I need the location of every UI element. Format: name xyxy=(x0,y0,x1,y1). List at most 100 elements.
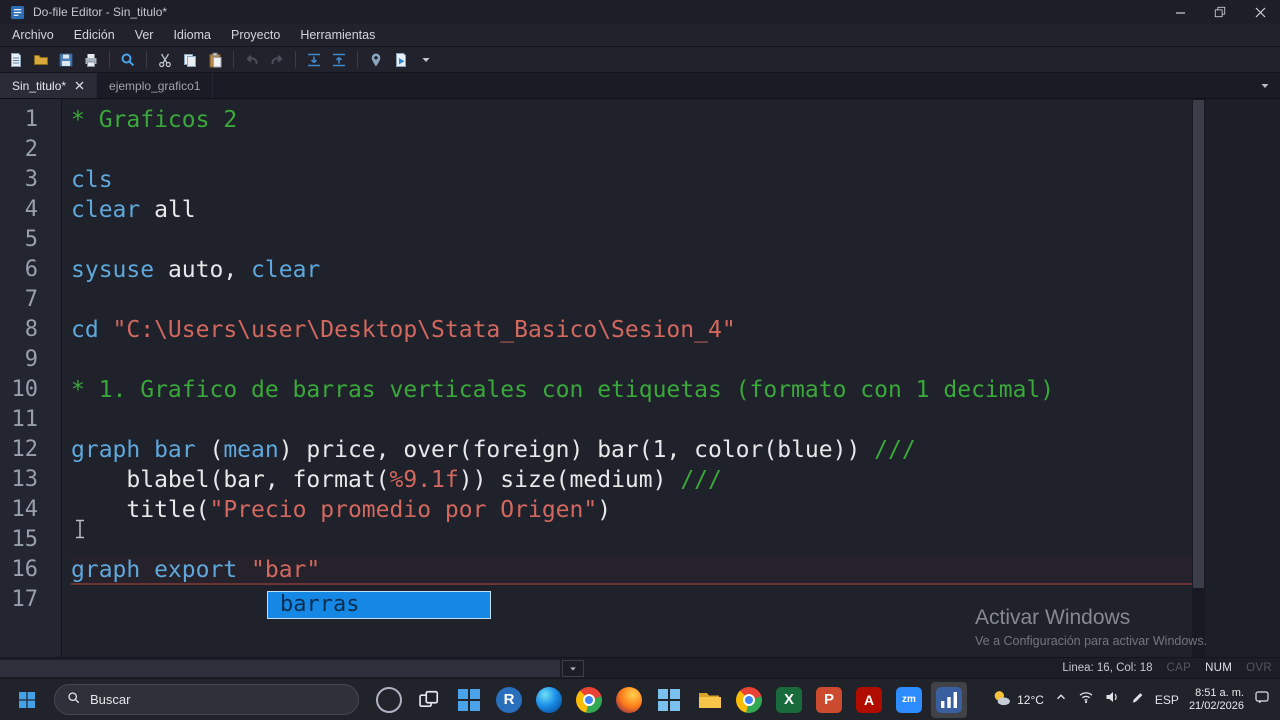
start-button[interactable] xyxy=(12,685,42,715)
pen-icon[interactable] xyxy=(1130,690,1145,710)
menu-ver[interactable]: Ver xyxy=(125,24,164,46)
redo-button[interactable] xyxy=(266,49,288,71)
code-line-16[interactable]: graph export "bar" xyxy=(71,555,1192,585)
open-file-button[interactable] xyxy=(30,49,52,71)
hidden-icons-chevron-icon[interactable] xyxy=(1054,690,1068,709)
copy-button[interactable] xyxy=(179,49,201,71)
paste-button[interactable] xyxy=(204,49,226,71)
edge-browser-icon[interactable] xyxy=(531,682,567,718)
code-token: "C:\Users\user\Desktop\Stata_Basico\Sesi… xyxy=(112,317,736,343)
code-line-11[interactable] xyxy=(71,405,1192,435)
menu-idioma[interactable]: Idioma xyxy=(163,24,221,46)
clock-widget[interactable]: 8:51 a. m. 21/02/2026 xyxy=(1189,687,1244,713)
menu-proyecto[interactable]: Proyecto xyxy=(221,24,290,46)
horizontal-scrollbar-thumb[interactable] xyxy=(0,660,560,677)
line-number: 6 xyxy=(24,257,38,282)
code-token: mean xyxy=(223,437,279,463)
line-number: 15 xyxy=(11,527,39,552)
code-line-12[interactable]: graph bar (mean) price, over(foreign) ba… xyxy=(71,435,1192,465)
language-indicator[interactable]: ESP xyxy=(1155,693,1179,707)
minimize-button[interactable] xyxy=(1160,0,1200,24)
notification-center-icon[interactable] xyxy=(1254,689,1270,710)
watermark-title: Activar Windows xyxy=(975,606,1131,629)
code-line-10[interactable]: * 1. Grafico de barras verticales con et… xyxy=(71,375,1192,405)
weather-icon xyxy=(991,688,1011,711)
excel-icon[interactable]: X xyxy=(771,682,807,718)
execute-options-caret-icon[interactable] xyxy=(415,49,437,71)
window-title: Do-file Editor - Sin_titulo* xyxy=(33,5,168,19)
menu-archivo[interactable]: Archivo xyxy=(2,24,64,46)
tab-sin-titulo[interactable]: Sin_titulo* xyxy=(0,73,98,98)
code-line-2[interactable] xyxy=(71,135,1192,165)
close-button[interactable] xyxy=(1240,0,1280,24)
cut-button[interactable] xyxy=(154,49,176,71)
clock-date: 21/02/2026 xyxy=(1188,699,1244,712)
menu-edicion[interactable]: Edición xyxy=(64,24,125,46)
code-token: "Precio promedio por Origen" xyxy=(209,497,598,523)
volume-icon[interactable] xyxy=(1104,689,1120,710)
code-token: sysuse xyxy=(71,257,155,283)
code-token: "bar" xyxy=(251,557,321,583)
chrome-2-browser-icon[interactable] xyxy=(731,682,767,718)
line-number: 16 xyxy=(11,557,39,582)
apps-grid-icon[interactable] xyxy=(451,682,487,718)
code-line-4[interactable]: clear all xyxy=(71,195,1192,225)
close-tab-icon[interactable] xyxy=(75,81,84,90)
apps-grid-2-icon[interactable] xyxy=(651,682,687,718)
weather-widget[interactable]: 12°C xyxy=(991,688,1044,711)
zoom-letters: zm xyxy=(902,694,916,705)
code-line-6[interactable]: sysuse auto, clear xyxy=(71,255,1192,285)
vertical-scrollbar[interactable] xyxy=(1192,99,1205,657)
code-line-9[interactable] xyxy=(71,345,1192,375)
print-button[interactable] xyxy=(80,49,102,71)
code-line-5[interactable] xyxy=(71,225,1192,255)
jump-next-line-button[interactable] xyxy=(303,49,325,71)
task-view-icon[interactable] xyxy=(411,682,447,718)
search-icon xyxy=(67,691,81,708)
zoom-icon[interactable]: zm xyxy=(891,682,927,718)
file-explorer-icon[interactable] xyxy=(691,682,727,718)
overwrite-indicator: OVR xyxy=(1246,662,1272,674)
code-line-8[interactable]: cd "C:\Users\user\Desktop\Stata_Basico\S… xyxy=(71,315,1192,345)
system-tray: 12°C ESP 8:51 a. m. 21/02/2026 xyxy=(991,687,1280,713)
set-marker-button[interactable] xyxy=(365,49,387,71)
execute-do-button[interactable] xyxy=(390,49,412,71)
stata-icon[interactable] xyxy=(931,681,967,718)
code-lines[interactable]: * Graficos 2 cls clear all sysuse auto, cle… xyxy=(63,99,1192,657)
restore-button[interactable] xyxy=(1200,0,1240,24)
firefox-browser-icon[interactable] xyxy=(611,682,647,718)
line-number: 3 xyxy=(24,167,38,192)
search-input[interactable]: Buscar xyxy=(54,684,359,715)
scrollbar-dropdown-button[interactable] xyxy=(562,660,584,677)
code-line-1[interactable]: * Graficos 2 xyxy=(71,105,1192,135)
toolbar-separator xyxy=(233,51,234,68)
copilot-icon[interactable] xyxy=(371,682,407,718)
r-project-icon[interactable]: R xyxy=(491,682,527,718)
stata-dofile-icon xyxy=(10,5,25,20)
chrome-browser-icon[interactable] xyxy=(571,682,607,718)
find-button[interactable] xyxy=(117,49,139,71)
code-token: /// xyxy=(680,467,722,493)
autocomplete-item[interactable]: barras xyxy=(268,592,490,618)
vertical-scrollbar-thumb[interactable] xyxy=(1193,100,1204,588)
code-line-13[interactable]: blabel(bar, format(%9.1f)) size(medium) … xyxy=(71,465,1192,495)
code-token: cd xyxy=(71,317,113,343)
tab-ejemplo-grafico1[interactable]: ejemplo_grafico1 xyxy=(97,73,214,98)
code-line-7[interactable] xyxy=(71,285,1192,315)
acrobat-icon[interactable]: A xyxy=(851,682,887,718)
code-token: clear xyxy=(251,257,321,283)
screen: Do-file Editor - Sin_titulo* Archivo Edic… xyxy=(0,0,1280,720)
code-line-3[interactable]: cls xyxy=(71,165,1192,195)
network-icon[interactable] xyxy=(1078,689,1094,710)
new-do-file-button[interactable] xyxy=(5,49,27,71)
undo-button[interactable] xyxy=(241,49,263,71)
tab-overflow-caret-icon[interactable] xyxy=(1254,73,1276,98)
menu-herramientas[interactable]: Herramientas xyxy=(290,24,385,46)
code-line-15[interactable] xyxy=(71,525,1192,555)
jump-prev-line-button[interactable] xyxy=(328,49,350,71)
line-number: 5 xyxy=(24,227,38,252)
save-file-button[interactable] xyxy=(55,49,77,71)
code-line-14[interactable]: title("Precio promedio por Origen") xyxy=(71,495,1192,525)
code-editor[interactable]: 1 2 3 4 5 6 7 8 9 10 11 12 13 14 15 16 17 * Graficos 2 cl… xyxy=(0,99,1280,657)
powerpoint-icon[interactable]: P xyxy=(811,682,847,718)
